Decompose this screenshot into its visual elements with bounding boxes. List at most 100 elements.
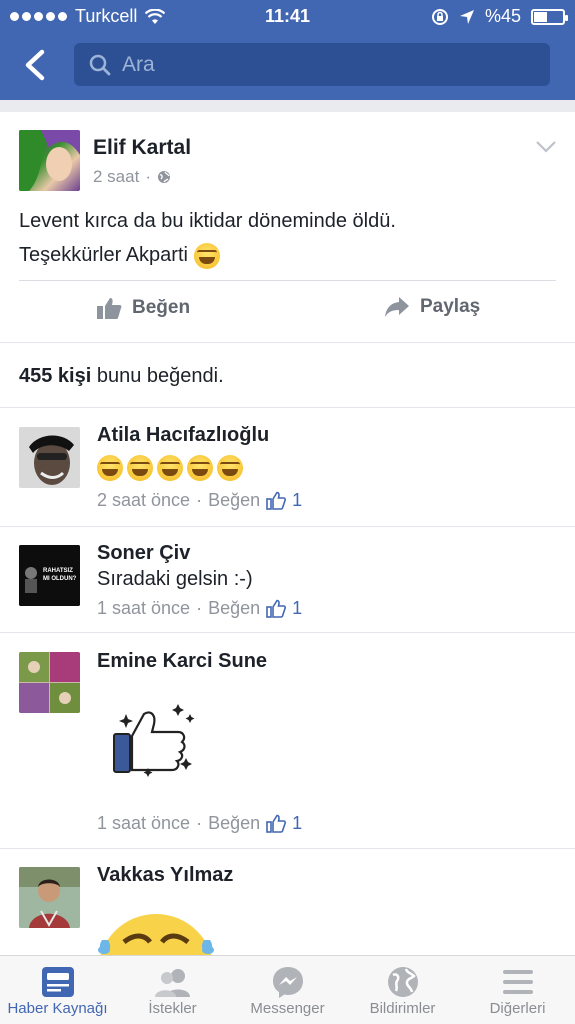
avatar-photo	[19, 652, 80, 713]
comment-separator	[0, 632, 575, 633]
tab-label: İstekler	[148, 1000, 197, 1017]
meta-separator: ·	[145, 167, 151, 186]
comment-avatar[interactable]	[19, 427, 80, 488]
likes-summary[interactable]: 455 kişi bunu beğendi.	[19, 365, 224, 388]
comment-author[interactable]: Atila Hacıfazlıoğlu	[97, 424, 269, 447]
laughing-emoji-icon	[127, 455, 153, 481]
like-outline-icon	[266, 814, 287, 833]
menu-icon	[502, 970, 533, 994]
comment-like-number: 1	[292, 490, 303, 510]
laughing-sticker	[96, 912, 216, 955]
like-button[interactable]: Beğen	[96, 296, 190, 320]
tab-messenger[interactable]: Messenger	[230, 964, 345, 1017]
messenger-icon	[272, 967, 303, 998]
search-input[interactable]	[122, 43, 522, 86]
post-author-name[interactable]: Elif Kartal	[93, 136, 191, 160]
chevron-left-icon	[25, 49, 45, 81]
laughing-emoji-icon	[97, 455, 123, 481]
comment-separator	[0, 526, 575, 527]
avatar-caption: RAHATSIZ MI OLDUN?	[43, 568, 77, 582]
globe-icon	[387, 967, 418, 997]
like-outline-icon	[266, 491, 287, 510]
search-bar[interactable]	[74, 43, 550, 86]
chevron-down-icon	[536, 141, 556, 153]
comment-meta: 1 saat önce · Beğen 1	[97, 813, 302, 834]
post-text-line: Teşekkürler Akparti	[19, 238, 396, 272]
status-bar: Turkcell 11:41 %45	[0, 0, 575, 34]
post-options-button[interactable]	[535, 140, 557, 159]
comment-like-count[interactable]: 1	[266, 490, 302, 511]
battery-icon	[531, 8, 568, 25]
comment-author[interactable]: Vakkas Yılmaz	[97, 864, 233, 887]
section-separator	[0, 342, 575, 343]
likes-suffix: bunu beğendi.	[96, 365, 224, 387]
avatar-photo	[19, 427, 80, 488]
comment-time: 1 saat önce	[97, 813, 191, 833]
tab-label: Diğerleri	[489, 1000, 546, 1017]
tab-more[interactable]: Diğerleri	[460, 964, 575, 1017]
divider	[19, 280, 556, 281]
meta-separator: ·	[196, 813, 203, 833]
comment-separator	[0, 848, 575, 849]
tab-label: Messenger	[250, 1000, 325, 1017]
comment-like-button[interactable]: Beğen	[208, 598, 260, 619]
comment-like-button[interactable]: Beğen	[208, 813, 260, 834]
comment-meta: 1 saat önce · Beğen 1	[97, 598, 302, 619]
post-meta: 2 saat ·	[93, 167, 171, 187]
comment-time: 1 saat önce	[97, 598, 191, 618]
comment-like-number: 1	[292, 598, 303, 618]
thumbs-up-icon	[97, 298, 122, 319]
tab-requests[interactable]: İstekler	[115, 964, 230, 1017]
comment-author[interactable]: Soner Çiv	[97, 542, 190, 565]
post-author-avatar[interactable]	[19, 130, 80, 191]
avatar-photo	[19, 867, 80, 928]
friend-requests-icon	[154, 969, 190, 997]
comment-time: 2 saat önce	[97, 490, 191, 510]
tab-notifications[interactable]: Bildirimler	[345, 964, 460, 1017]
laughing-emoji-icon	[157, 455, 183, 481]
globe-privacy-icon	[157, 171, 170, 183]
post-text-line2: Teşekkürler Akparti	[19, 244, 188, 266]
thumbs-up-sparkle-icon	[113, 704, 195, 777]
tears-of-joy-sticker-icon	[98, 914, 214, 955]
battery-fill	[534, 11, 547, 22]
news-feed-icon	[41, 967, 74, 997]
comment-like-count[interactable]: 1	[266, 813, 302, 834]
post-text-line: Levent kırca da bu iktidar döneminde öld…	[19, 210, 396, 232]
tab-news-feed[interactable]: Haber Kaynağı	[0, 964, 115, 1017]
bottom-tab-bar: Haber Kaynağı İstekler Messenger Bildiri…	[0, 955, 575, 1024]
comment-like-count[interactable]: 1	[266, 598, 302, 619]
rotation-lock-icon	[431, 8, 448, 25]
post-text: Levent kırca da bu iktidar döneminde öld…	[19, 204, 396, 272]
grimacing-emoji-icon	[193, 242, 220, 269]
comment-author[interactable]: Emine Karci Sune	[97, 650, 267, 673]
comment-avatar[interactable]: RAHATSIZ MI OLDUN?	[19, 545, 80, 606]
comment-like-number: 1	[292, 813, 303, 833]
share-button[interactable]: Paylaş	[384, 296, 480, 318]
avatar-photo	[19, 130, 80, 191]
tab-label: Haber Kaynağı	[7, 1000, 108, 1017]
search-icon	[89, 54, 111, 76]
comment-meta: 2 saat önce · Beğen 1	[97, 490, 302, 511]
section-separator	[0, 407, 575, 408]
meta-separator: ·	[196, 490, 203, 510]
comment-avatar[interactable]	[19, 652, 80, 713]
comment-avatar[interactable]	[19, 867, 80, 928]
battery-percent: %45	[484, 6, 521, 26]
comment-like-button[interactable]: Beğen	[208, 490, 260, 511]
comment-text: Sıradaki gelsin :-)	[97, 568, 253, 590]
location-icon	[459, 9, 474, 24]
like-outline-icon	[266, 599, 287, 618]
like-label: Beğen	[132, 297, 191, 318]
back-button[interactable]	[20, 48, 50, 82]
likes-count: 455 kişi	[19, 365, 92, 387]
laughing-emoji-icon	[187, 455, 213, 481]
post-time[interactable]: 2 saat	[93, 167, 139, 187]
meta-separator: ·	[196, 598, 203, 618]
share-label: Paylaş	[420, 296, 481, 317]
laughing-emoji-icon	[217, 455, 243, 481]
comment-emojis	[97, 455, 247, 481]
thumbs-up-sticker	[110, 700, 200, 785]
share-arrow-icon	[385, 297, 409, 317]
tab-label: Bildirimler	[369, 1000, 436, 1017]
